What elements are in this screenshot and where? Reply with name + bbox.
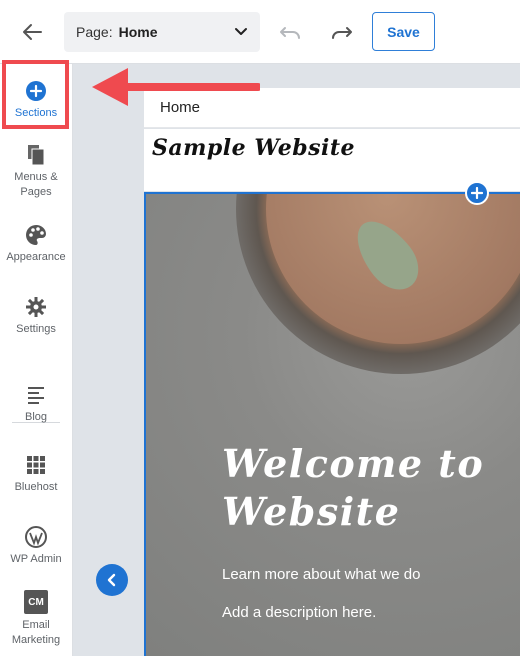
palette-icon	[25, 224, 47, 246]
back-button[interactable]	[18, 18, 46, 46]
chevron-down-icon	[235, 28, 247, 35]
page-selector-value: Home	[118, 24, 158, 40]
sidebar-item-label: WP Admin	[10, 553, 62, 565]
page-selector[interactable]: Page: Home	[64, 12, 260, 52]
hero-heading[interactable]: Welcome to Website	[222, 440, 520, 536]
undo-button[interactable]	[276, 20, 304, 44]
gear-icon	[25, 296, 47, 318]
site-header[interactable]: Sample Website	[144, 129, 520, 191]
wordpress-icon	[25, 526, 47, 548]
redo-icon	[332, 27, 352, 39]
sidebar-item-label: Email Marketing	[11, 619, 61, 646]
plus-icon	[471, 187, 483, 199]
redo-button[interactable]	[328, 20, 356, 44]
save-button[interactable]: Save	[372, 12, 435, 51]
site-title[interactable]: Sample Website	[152, 135, 355, 161]
hero-section[interactable]: Welcome to Website Learn more about what…	[144, 192, 520, 656]
sidebar-item-email-marketing[interactable]: CM Email Marketing	[0, 590, 72, 648]
page-selector-label: Page:	[76, 24, 113, 40]
sidebar-item-settings[interactable]: Settings	[0, 296, 72, 337]
callout-arrow-icon	[92, 68, 260, 106]
grid-icon	[25, 454, 47, 476]
chevron-left-icon	[107, 573, 116, 587]
sidebar-item-blog[interactable]: Blog	[0, 384, 72, 425]
hero-subtitle[interactable]: Learn more about what we do	[222, 566, 420, 583]
sections-highlight-box	[2, 60, 69, 129]
sidebar-item-label: Bluehost	[14, 481, 58, 493]
sidebar-item-menus-pages[interactable]: Menus & Pages	[0, 144, 72, 200]
left-sidebar: Sections Menus & Pages Appearance Settin…	[0, 64, 73, 656]
sidebar-item-label: Blog	[24, 411, 48, 423]
collapse-sidebar-button[interactable]	[96, 564, 128, 596]
pages-icon	[25, 144, 47, 166]
sidebar-item-bluehost[interactable]: Bluehost	[0, 454, 72, 495]
hero-description[interactable]: Add a description here.	[222, 604, 376, 621]
add-section-button[interactable]	[465, 181, 489, 205]
sidebar-item-label: Appearance	[6, 251, 66, 263]
sidebar-item-appearance[interactable]: Appearance	[0, 224, 72, 265]
sidebar-item-label: Menus & Pages	[14, 171, 58, 198]
sidebar-item-label: Settings	[16, 323, 56, 335]
sidebar-item-wp-admin[interactable]: WP Admin	[0, 526, 72, 567]
cm-icon-badge: CM	[28, 596, 44, 608]
undo-icon	[280, 27, 300, 39]
blog-icon	[25, 384, 47, 406]
top-toolbar: Page: Home Save	[0, 0, 520, 64]
arrow-left-icon	[23, 24, 42, 40]
cm-icon: CM	[24, 590, 48, 614]
